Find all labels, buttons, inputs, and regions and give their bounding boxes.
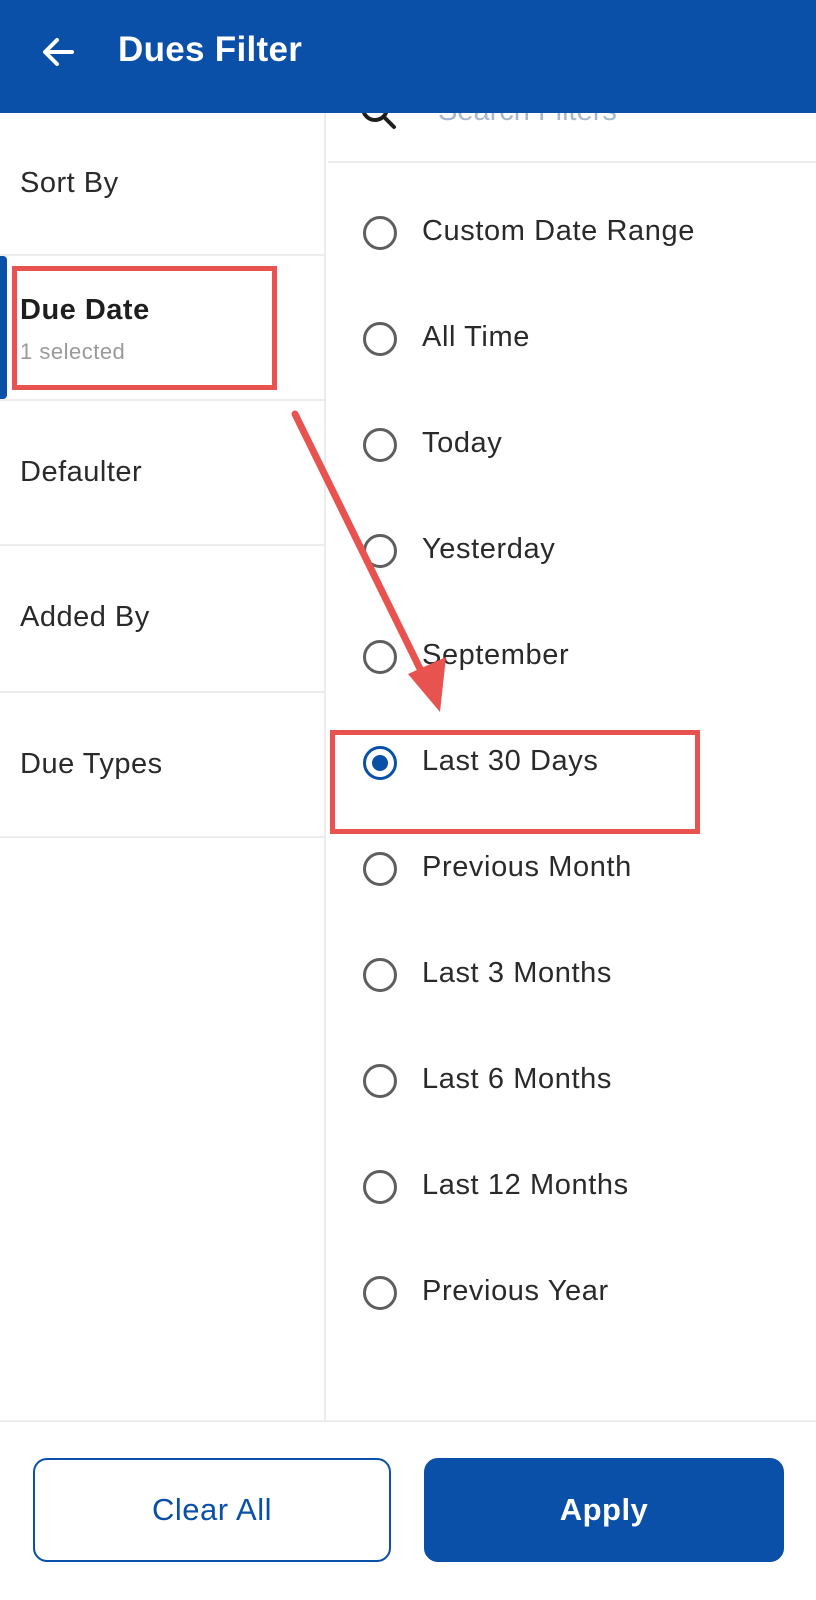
dues-filter-screen: Dues Filter Sort By Due Date 1 selected … bbox=[0, 0, 816, 1600]
option-label: Previous Month bbox=[422, 851, 632, 883]
back-button[interactable] bbox=[36, 30, 80, 74]
option-label: September bbox=[422, 639, 570, 671]
category-label: Defaulter bbox=[20, 456, 143, 488]
category-added-by[interactable]: Added By bbox=[0, 546, 324, 693]
category-selected-count: 1 selected bbox=[20, 339, 126, 364]
radio-button[interactable] bbox=[363, 852, 397, 886]
filter-categories: Sort By Due Date 1 selected Defaulter Ad… bbox=[0, 113, 326, 1420]
option-label: Last 12 Months bbox=[422, 1169, 629, 1201]
option-custom-date-range[interactable]: Custom Date Range bbox=[328, 188, 816, 278]
radio-button[interactable] bbox=[363, 534, 397, 568]
option-previous-month[interactable]: Previous Month bbox=[328, 824, 816, 914]
active-indicator bbox=[0, 256, 7, 399]
radio-button[interactable] bbox=[363, 1064, 397, 1098]
radio-button-selected[interactable] bbox=[363, 746, 397, 780]
option-last-12-months[interactable]: Last 12 Months bbox=[328, 1142, 816, 1232]
option-today[interactable]: Today bbox=[328, 400, 816, 490]
radio-button[interactable] bbox=[363, 428, 397, 462]
radio-button[interactable] bbox=[363, 958, 397, 992]
category-due-types[interactable]: Due Types bbox=[0, 693, 324, 838]
radio-button[interactable] bbox=[363, 640, 397, 674]
category-due-date[interactable]: Due Date 1 selected bbox=[0, 256, 324, 401]
option-label: Last 30 Days bbox=[422, 745, 599, 777]
category-defaulter[interactable]: Defaulter bbox=[0, 401, 324, 546]
option-last-30-days[interactable]: Last 30 Days bbox=[328, 718, 816, 808]
option-label: Last 3 Months bbox=[422, 957, 612, 989]
category-label: Due Date bbox=[20, 294, 150, 326]
option-label: Custom Date Range bbox=[422, 215, 695, 247]
apply-button[interactable]: Apply bbox=[424, 1458, 784, 1562]
search-input[interactable] bbox=[438, 113, 798, 139]
option-last-3-months[interactable]: Last 3 Months bbox=[328, 930, 816, 1020]
category-sort-by[interactable]: Sort By bbox=[0, 113, 324, 256]
page-title: Dues Filter bbox=[118, 30, 303, 69]
option-september[interactable]: September bbox=[328, 612, 816, 702]
option-previous-year[interactable]: Previous Year bbox=[328, 1248, 816, 1338]
option-all-time[interactable]: All Time bbox=[328, 294, 816, 384]
option-label: Yesterday bbox=[422, 533, 556, 565]
app-header: Dues Filter bbox=[0, 0, 816, 113]
option-label: All Time bbox=[422, 321, 530, 353]
category-label: Due Types bbox=[20, 748, 163, 780]
search-icon bbox=[361, 113, 396, 129]
category-label: Sort By bbox=[20, 167, 119, 199]
option-last-6-months[interactable]: Last 6 Months bbox=[328, 1036, 816, 1126]
radio-button[interactable] bbox=[363, 216, 397, 250]
option-yesterday[interactable]: Yesterday bbox=[328, 506, 816, 596]
action-bar: Clear All Apply bbox=[0, 1420, 816, 1600]
radio-button[interactable] bbox=[363, 1276, 397, 1310]
filter-options: Custom Date Range All Time Today Yesterd… bbox=[328, 113, 816, 1420]
radio-button[interactable] bbox=[363, 322, 397, 356]
option-label: Last 6 Months bbox=[422, 1063, 612, 1095]
option-label: Today bbox=[422, 427, 503, 459]
search-bar bbox=[328, 113, 816, 163]
category-label: Added By bbox=[20, 601, 150, 633]
option-label: Previous Year bbox=[422, 1275, 609, 1307]
radio-dot bbox=[372, 755, 388, 771]
clear-all-button[interactable]: Clear All bbox=[33, 1458, 391, 1562]
radio-button[interactable] bbox=[363, 1170, 397, 1204]
arrow-left-icon bbox=[43, 38, 74, 66]
